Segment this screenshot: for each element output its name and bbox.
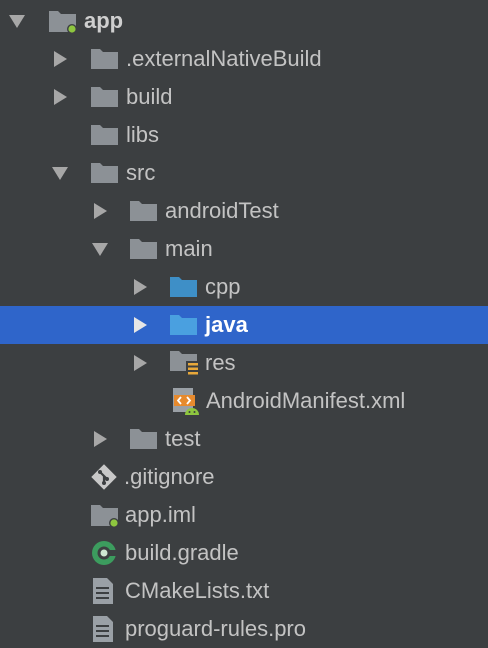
tree-item-label: proguard-rules.pro	[125, 616, 306, 641]
expand-arrow-icon[interactable]	[90, 192, 110, 230]
module-folder-icon	[48, 2, 80, 40]
android-manifest-icon	[171, 382, 203, 420]
tree-item-label: java	[205, 312, 248, 337]
gradle-icon	[89, 534, 121, 572]
folder-icon	[90, 40, 122, 78]
resource-folder-icon	[169, 344, 201, 382]
expand-arrow-icon[interactable]	[130, 344, 150, 382]
tree-item-main[interactable]: main	[0, 230, 488, 268]
tree-item-cpp[interactable]: cpp	[0, 268, 488, 306]
iml-file-icon	[90, 496, 122, 534]
tree-item-label: AndroidManifest.xml	[206, 388, 406, 413]
tree-item-label: res	[205, 350, 236, 375]
tree-item-build-gradle[interactable]: build.gradle	[0, 534, 488, 572]
tree-item-label: build.gradle	[125, 540, 239, 565]
tree-item-label: libs	[126, 122, 160, 147]
collapse-arrow-icon[interactable]	[7, 2, 27, 40]
expand-arrow-icon[interactable]	[130, 306, 150, 344]
folder-icon	[90, 116, 122, 154]
tree-item-label: test	[165, 426, 201, 451]
text-file-icon	[91, 610, 123, 648]
tree-item-label: CMakeLists.txt	[125, 578, 270, 603]
folder-icon	[129, 230, 161, 268]
tree-item-label: build	[126, 84, 173, 109]
tree-item-gitignore[interactable]: .gitignore	[0, 458, 488, 496]
git-icon	[90, 458, 122, 496]
expand-arrow-icon[interactable]	[50, 40, 70, 78]
project-tree: app .externalNativeBuild build libs src	[0, 0, 488, 642]
tree-item-label: main	[165, 236, 213, 261]
tree-item-label: .externalNativeBuild	[126, 46, 322, 71]
tree-item-label: app	[84, 8, 124, 33]
tree-item-label: src	[126, 160, 156, 185]
tree-item-proguard-rules[interactable]: proguard-rules.pro	[0, 610, 488, 648]
tree-item-app[interactable]: app	[0, 2, 488, 40]
folder-icon	[129, 420, 161, 458]
folder-icon	[129, 192, 161, 230]
tree-item-app-iml[interactable]: app.iml	[0, 496, 488, 534]
tree-item-label: cpp	[205, 274, 241, 299]
tree-item-label: .gitignore	[124, 464, 215, 489]
tree-item-androidmanifest[interactable]: AndroidManifest.xml	[0, 382, 488, 420]
tree-item-label: app.iml	[125, 502, 196, 527]
folder-icon	[90, 78, 122, 116]
tree-item-src[interactable]: src	[0, 154, 488, 192]
folder-icon	[90, 154, 122, 192]
tree-item-cmakelists[interactable]: CMakeLists.txt	[0, 572, 488, 610]
tree-item-libs[interactable]: libs	[0, 116, 488, 154]
source-folder-icon	[169, 268, 201, 306]
collapse-arrow-icon[interactable]	[50, 154, 70, 192]
tree-item-res[interactable]: res	[0, 344, 488, 382]
tree-item-build[interactable]: build	[0, 78, 488, 116]
tree-item-java[interactable]: java	[0, 306, 488, 344]
expand-arrow-icon[interactable]	[130, 268, 150, 306]
tree-item-test[interactable]: test	[0, 420, 488, 458]
collapse-arrow-icon[interactable]	[90, 230, 110, 268]
expand-arrow-icon[interactable]	[90, 420, 110, 458]
source-folder-icon	[169, 306, 201, 344]
tree-item-androidtest[interactable]: androidTest	[0, 192, 488, 230]
tree-item-label: androidTest	[165, 198, 279, 223]
expand-arrow-icon[interactable]	[50, 78, 70, 116]
text-file-icon	[91, 572, 123, 610]
tree-item-externalnativebuild[interactable]: .externalNativeBuild	[0, 40, 488, 78]
